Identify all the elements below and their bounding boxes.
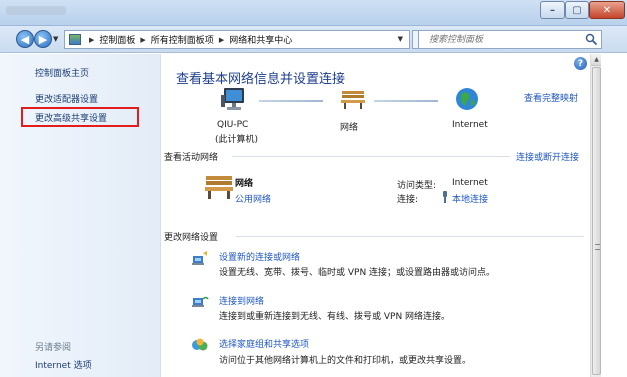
network-type-link[interactable]: 公用网络 bbox=[235, 192, 271, 205]
connect-network-icon bbox=[192, 296, 209, 307]
section-divider bbox=[232, 156, 510, 157]
scrollbar-thumb[interactable] bbox=[592, 67, 601, 375]
address-bar[interactable]: ▶ 控制面板 ▶ 所有控制面板项 ▶ 网络和共享中心 ▼ bbox=[64, 30, 410, 49]
internet-map-label: Internet bbox=[452, 120, 488, 130]
maximize-button[interactable]: ▢ bbox=[565, 1, 589, 19]
main-content: ? 查看基本网络信息并设置连接 查看完整映射 QIU-PC (此计算机) 网络 … bbox=[162, 54, 589, 377]
access-type-value: Internet bbox=[452, 178, 488, 188]
sidebar-item-internet-options[interactable]: Internet 选项 bbox=[35, 358, 92, 371]
homegroup-sharing-desc: 访问位于其他网络计算机上的文件和打印机，或更改共享设置。 bbox=[219, 356, 472, 366]
window-right-margin bbox=[601, 54, 627, 377]
connection-line bbox=[374, 100, 438, 102]
vertical-scrollbar[interactable]: ▲ bbox=[590, 54, 602, 377]
window-titlebar: – ▢ ✕ bbox=[0, 0, 627, 26]
active-network-name: 网络 bbox=[235, 179, 254, 189]
pc-name-label: QIU-PC bbox=[217, 120, 249, 130]
connect-to-network-desc: 连接到或重新连接到无线、有线、拨号或 VPN 网络连接。 bbox=[219, 312, 451, 322]
back-button[interactable]: ◀ bbox=[16, 30, 34, 48]
control-panel-icon bbox=[69, 34, 81, 45]
highlight-box bbox=[21, 107, 139, 127]
local-connection-link[interactable]: 本地连接 bbox=[452, 192, 488, 205]
change-settings-heading: 更改网络设置 bbox=[164, 230, 223, 243]
connect-disconnect-link[interactable]: 连接或断开连接 bbox=[516, 150, 579, 163]
connect-to-network-link[interactable]: 连接到网络 bbox=[219, 294, 264, 307]
forward-button[interactable]: ▶ bbox=[34, 30, 52, 48]
chevron-right-icon[interactable]: ▶ bbox=[140, 36, 145, 44]
window-title-blur bbox=[6, 6, 66, 15]
park-bench-icon bbox=[205, 176, 233, 199]
view-full-map-link[interactable]: 查看完整映射 bbox=[524, 91, 578, 104]
network-map-label: 网络 bbox=[340, 123, 359, 133]
connections-label: 连接: bbox=[397, 195, 419, 205]
scrollbar-grip-icon bbox=[595, 244, 600, 250]
page-title: 查看基本网络信息并设置连接 bbox=[176, 72, 346, 87]
sidebar-item-adapter-settings[interactable]: 更改适配器设置 bbox=[35, 92, 98, 105]
network-setup-icon bbox=[192, 251, 207, 265]
globe-icon bbox=[456, 88, 478, 110]
breadcrumb-network-center[interactable]: 网络和共享中心 bbox=[229, 33, 292, 46]
help-icon[interactable]: ? bbox=[574, 57, 587, 70]
recent-pages-dropdown-icon[interactable]: ▼ bbox=[53, 35, 58, 43]
chevron-right-icon[interactable]: ▶ bbox=[219, 36, 224, 44]
computer-monitor-icon bbox=[221, 88, 244, 110]
section-divider bbox=[236, 236, 584, 237]
homegroup-sharing-link[interactable]: 选择家庭组和共享选项 bbox=[219, 337, 309, 350]
close-button[interactable]: ✕ bbox=[589, 1, 625, 19]
homegroup-icon bbox=[192, 338, 208, 351]
breadcrumb-control-panel[interactable]: 控制面板 bbox=[99, 33, 135, 46]
access-type-label: 访问类型: bbox=[397, 181, 437, 191]
setup-connection-link[interactable]: 设置新的连接或网络 bbox=[219, 250, 300, 263]
left-navigation-pane: 控制面板主页 更改适配器设置 更改高级共享设置 另请参阅 Internet 选项 bbox=[0, 54, 161, 377]
search-input[interactable] bbox=[429, 32, 579, 47]
minimize-button[interactable]: – bbox=[540, 1, 565, 19]
sidebar-item-home[interactable]: 控制面板主页 bbox=[35, 66, 89, 79]
magnifier-icon[interactable] bbox=[585, 33, 598, 46]
navigation-bar: ◀ ▶ ▼ ▶ 控制面板 ▶ 所有控制面板项 ▶ 网络和共享中心 ▼ ↻ bbox=[0, 26, 627, 53]
search-box[interactable] bbox=[418, 30, 602, 49]
pc-sub-label: (此计算机) bbox=[215, 135, 259, 145]
address-dropdown-icon[interactable]: ▼ bbox=[398, 35, 403, 43]
active-networks-heading: 查看活动网络 bbox=[164, 150, 223, 163]
chevron-right-icon[interactable]: ▶ bbox=[89, 36, 94, 44]
park-bench-icon bbox=[341, 91, 365, 109]
breadcrumb-all-items[interactable]: 所有控制面板项 bbox=[151, 33, 214, 46]
network-plug-icon bbox=[443, 191, 447, 203]
see-also-heading: 另请参阅 bbox=[35, 343, 72, 353]
setup-connection-desc: 设置无线、宽带、拨号、临时或 VPN 连接；或设置路由器或访问点。 bbox=[219, 268, 496, 278]
connection-line bbox=[259, 100, 323, 102]
